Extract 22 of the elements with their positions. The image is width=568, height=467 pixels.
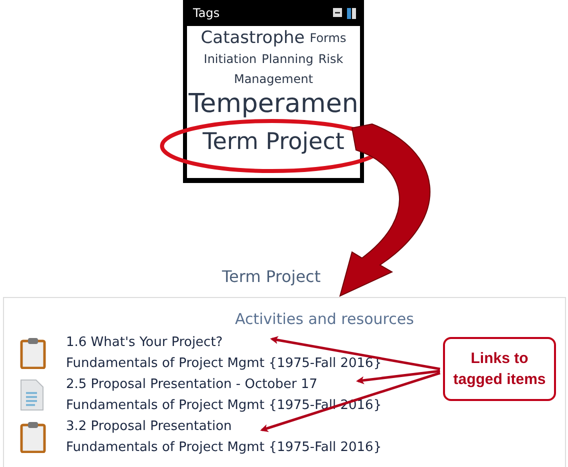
tag-heading: Term Project [222, 267, 321, 288]
callout-note: Links to tagged items [443, 337, 556, 401]
document-icon [20, 379, 44, 411]
tag-link[interactable]: Risk [318, 49, 344, 69]
course-name: Fundamentals of Project Mgmt {1975-Fall 2016} [66, 355, 382, 373]
clipboard-icon [20, 337, 46, 369]
activity-link[interactable]: 2.5 Proposal Presentation - October 17 [66, 374, 318, 395]
minimize-icon[interactable] [333, 8, 342, 16]
clipboard-icon [20, 421, 46, 453]
course-name: Fundamentals of Project Mgmt {1975-Fall 2016} [66, 439, 382, 457]
tag-link[interactable]: Temperamen [188, 89, 358, 119]
tag-link[interactable]: Forms [310, 28, 346, 49]
activity-link[interactable]: 1.6 What's Your Project? [66, 332, 223, 353]
tag-link[interactable]: Initiation [204, 49, 257, 69]
tag-link[interactable]: Catastrophe [200, 28, 305, 49]
tag-link[interactable]: Planning [262, 49, 314, 69]
block-title: Tags [193, 6, 220, 20]
section-title: Activities and resources [235, 310, 414, 328]
tag-link[interactable]: Term Project [202, 119, 344, 165]
activity-link[interactable]: 3.2 Proposal Presentation [66, 416, 232, 437]
tag-link[interactable]: Management [234, 69, 314, 89]
dock-icon[interactable] [347, 8, 356, 18]
